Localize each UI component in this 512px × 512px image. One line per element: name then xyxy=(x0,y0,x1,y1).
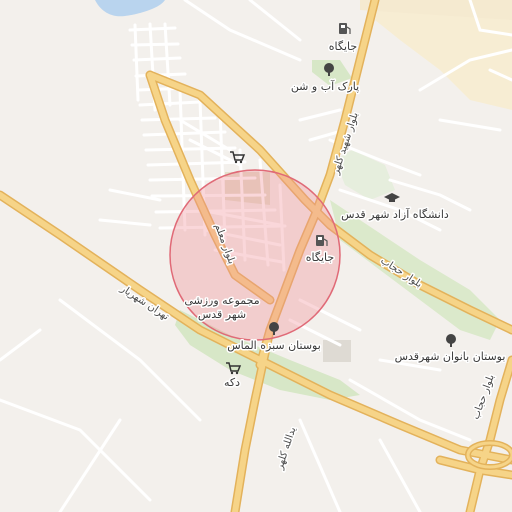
label-sports-complex-line2: شهر قدس xyxy=(198,308,246,321)
map-canvas[interactable]: تهران شهریار بلوار معلم بلوار شهید کلهر … xyxy=(0,0,512,512)
label-gas-station-center: جایگاه xyxy=(306,251,334,264)
label-water-park: پارک آب و شن xyxy=(291,79,359,93)
label-women-park: بوستان بانوان شهرقدس xyxy=(395,350,506,363)
label-university: دانشگاه آزاد شهر قدس xyxy=(341,207,449,221)
label-gas-station-north: جایگاه xyxy=(329,40,357,53)
label-sports-complex-line1: مجموعه ورزشی xyxy=(184,294,259,307)
label-almas-park: بوستان سبزه الماس xyxy=(227,339,321,352)
map-layer[interactable]: تهران شهریار بلوار معلم بلوار شهید کلهر … xyxy=(0,0,512,512)
label-shop: دکه xyxy=(224,376,240,389)
